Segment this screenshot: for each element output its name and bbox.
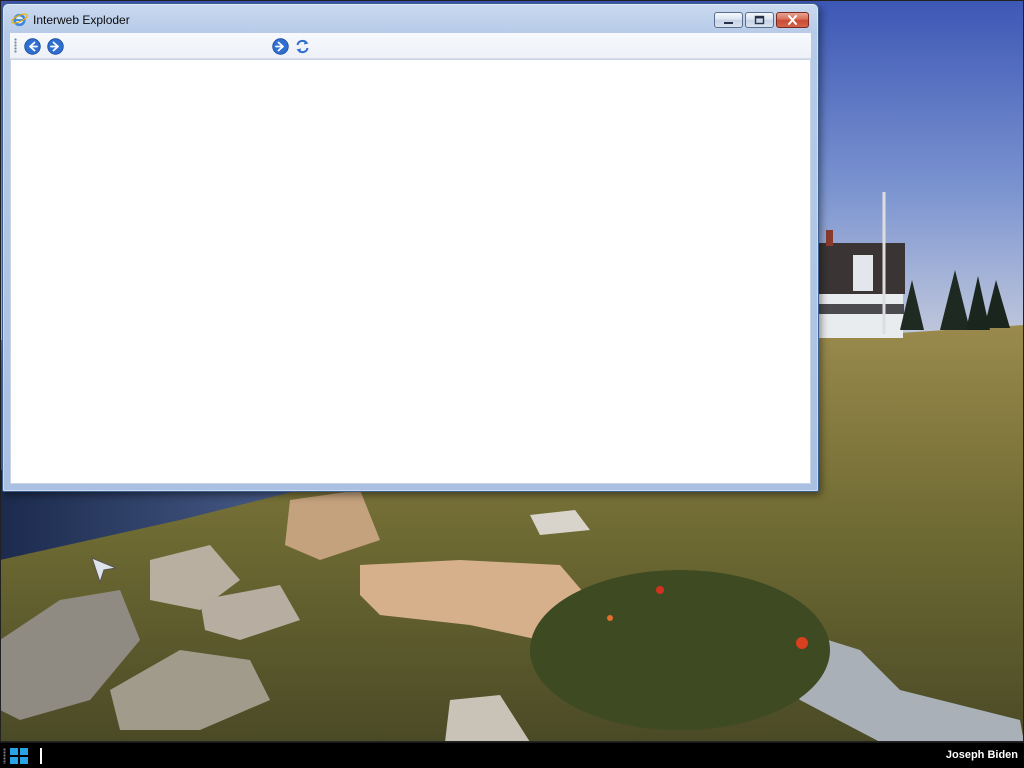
refresh-icon[interactable] <box>294 38 311 55</box>
maximize-icon <box>754 15 765 25</box>
minimize-icon <box>724 21 733 24</box>
toolbar-grip-icon[interactable] <box>14 38 17 53</box>
close-icon <box>788 15 797 25</box>
taskbar-grip-icon[interactable] <box>3 748 6 764</box>
go-icon[interactable] <box>272 38 289 55</box>
window-controls <box>714 12 809 28</box>
window-titlebar[interactable]: Interweb Exploder <box>3 4 818 34</box>
navigation-toolbar <box>10 33 811 59</box>
internet-explorer-icon <box>11 13 28 27</box>
user-name: Joseph Biden <box>945 749 1018 761</box>
windows-logo-icon[interactable] <box>9 747 29 765</box>
window-title: Interweb Exploder <box>33 13 130 27</box>
minimize-button[interactable] <box>714 12 743 28</box>
taskbar: Joseph Biden <box>0 742 1024 768</box>
back-icon[interactable] <box>24 38 41 55</box>
close-button[interactable] <box>776 12 809 28</box>
page-content-area[interactable] <box>10 59 811 484</box>
taskbar-text-caret[interactable] <box>40 748 42 764</box>
maximize-button[interactable] <box>745 12 774 28</box>
forward-icon[interactable] <box>47 38 64 55</box>
browser-window: Interweb Exploder <box>2 3 819 492</box>
mouse-cursor-icon <box>91 557 118 584</box>
